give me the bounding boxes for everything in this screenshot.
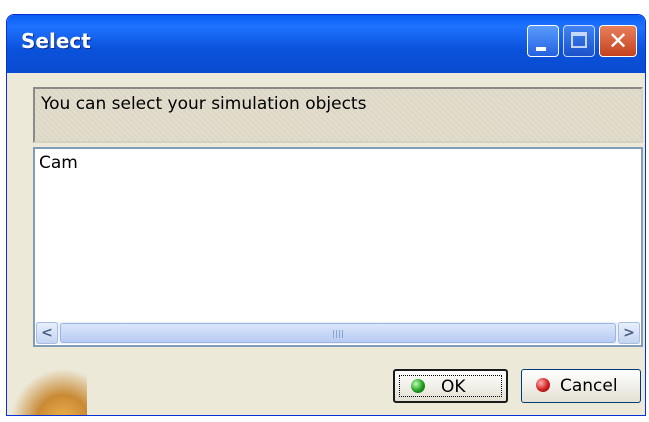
message-text: You can select your simulation objects <box>41 94 367 114</box>
horizontal-scrollbar[interactable]: < > <box>36 322 640 344</box>
minimize-button[interactable] <box>527 25 559 57</box>
green-ok-icon <box>411 379 425 393</box>
close-icon: ✕ <box>607 27 629 55</box>
red-cancel-icon <box>536 378 550 392</box>
window-title: Select <box>21 29 91 53</box>
select-dialog: Select ✕ You can select your simulation … <box>6 14 646 416</box>
minimize-icon <box>536 47 546 51</box>
close-button[interactable]: ✕ <box>599 25 637 57</box>
decorative-swirl <box>7 355 87 415</box>
ok-label: OK <box>441 377 466 397</box>
grip-icon <box>333 330 345 338</box>
objects-list[interactable]: Cam < > <box>33 147 643 347</box>
scrollbar-thumb[interactable] <box>60 323 616 343</box>
cancel-button[interactable]: Cancel <box>521 369 641 403</box>
list-item[interactable]: Cam <box>39 153 78 173</box>
chevron-right-icon: > <box>623 325 635 341</box>
scroll-right-button[interactable]: > <box>618 322 640 344</box>
message-panel: You can select your simulation objects <box>33 87 643 143</box>
cancel-label: Cancel <box>560 376 618 396</box>
chevron-left-icon: < <box>41 325 53 341</box>
scroll-left-button[interactable]: < <box>36 322 58 344</box>
titlebar[interactable]: Select ✕ <box>7 15 645 73</box>
maximize-button[interactable] <box>563 25 595 57</box>
maximize-icon <box>571 32 587 48</box>
ok-button[interactable]: OK <box>393 369 508 403</box>
